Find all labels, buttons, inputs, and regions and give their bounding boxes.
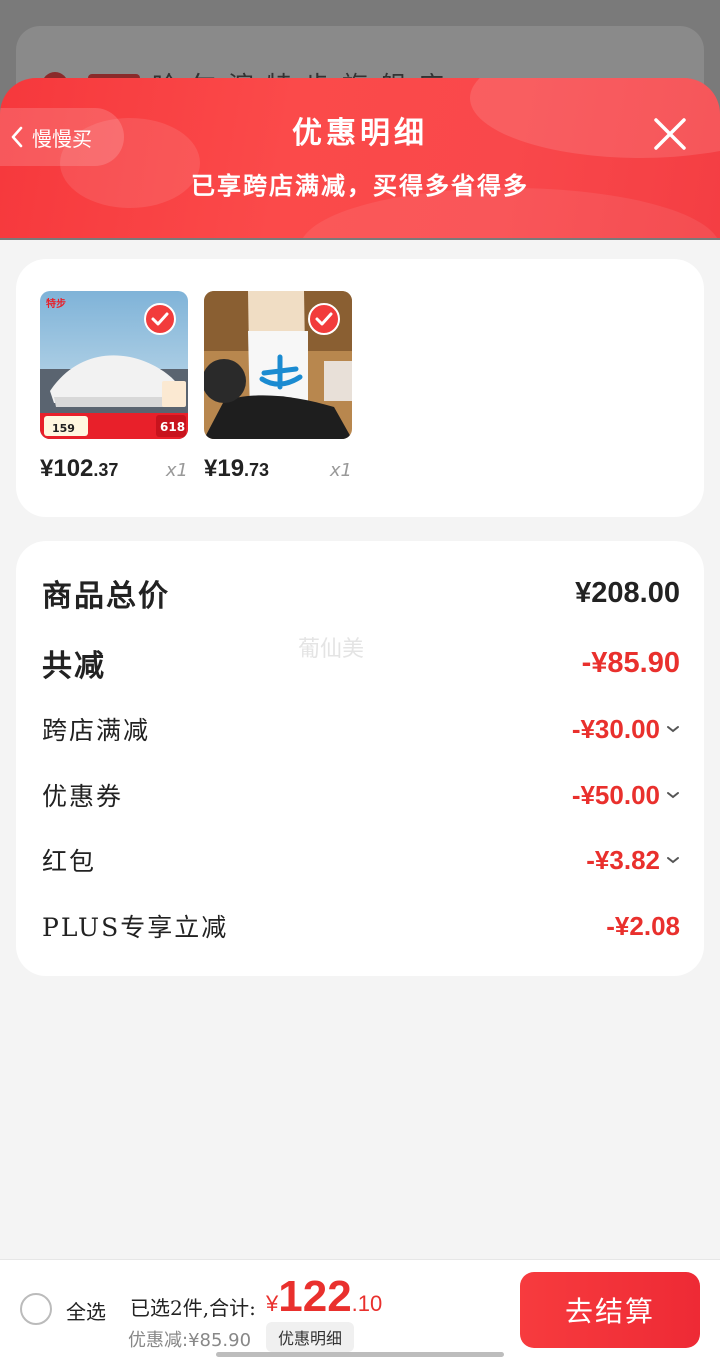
modal-title: 优惠明细 bbox=[292, 116, 428, 151]
discount-item-row[interactable]: 优惠券 -¥50.00 bbox=[42, 777, 680, 813]
checkout-bar: 全选 已选2件,合计: ¥ 122 .10 优惠减:¥85.90 优惠明细 去结… bbox=[0, 1259, 720, 1359]
discount-item-value: -¥30.00 bbox=[572, 714, 680, 745]
total-price: ¥ 122 .10 bbox=[266, 1272, 383, 1321]
discount-row: 共减 -¥85.90 bbox=[42, 641, 680, 685]
discount-item-label: PLUS专享立减 bbox=[42, 913, 229, 942]
discount-item-label: 跨店满减 bbox=[42, 716, 151, 745]
close-icon[interactable] bbox=[648, 112, 692, 156]
chevron-down-icon bbox=[667, 726, 679, 733]
product-qty: x1 bbox=[165, 460, 188, 481]
discount-item-value: -¥3.82 bbox=[586, 845, 680, 876]
summary-card: 葡仙美 商品总价 ¥208.00 共减 -¥85.90 跨店满减 -¥30.00… bbox=[16, 541, 704, 976]
total-label: 商品总价 bbox=[42, 579, 170, 614]
checkout-button[interactable]: 去结算 bbox=[520, 1272, 700, 1348]
check-icon[interactable] bbox=[308, 303, 340, 335]
brand-logo: 特步 bbox=[46, 299, 66, 310]
discount-detail-button[interactable]: 优惠明细 bbox=[266, 1322, 355, 1352]
select-all-label[interactable]: 全选 bbox=[66, 1296, 106, 1325]
discount-label: 共减 bbox=[42, 649, 106, 684]
products-card: 特步 159 618 ¥102.37 x1 ¥19.73 x1 bbox=[16, 259, 704, 517]
modal-subtitle: 已享跨店满减，买得多省得多 bbox=[191, 172, 529, 200]
product-item[interactable]: 特步 159 618 ¥102.37 x1 bbox=[40, 291, 188, 485]
product-item[interactable]: ¥19.73 x1 bbox=[204, 291, 352, 485]
product-image-shoe[interactable]: 特步 159 618 bbox=[40, 291, 188, 439]
product-qty: x1 bbox=[329, 460, 352, 481]
modal-header: 慢慢买 优惠明细 已享跨店满减，买得多省得多 bbox=[0, 78, 720, 238]
selected-count-text: 已选2件,合计: bbox=[130, 1296, 256, 1320]
total-row: 商品总价 ¥208.00 bbox=[42, 571, 680, 615]
discount-item-label: 红包 bbox=[42, 847, 97, 876]
badge-618: 618 bbox=[160, 420, 186, 434]
product-price: ¥102.37 bbox=[40, 455, 119, 482]
chevron-down-icon bbox=[667, 857, 679, 864]
chevron-down-icon bbox=[667, 792, 679, 799]
discount-item-row[interactable]: 跨店满减 -¥30.00 bbox=[42, 711, 680, 747]
discount-summary: 优惠减:¥85.90 bbox=[128, 1330, 252, 1351]
product-image-sock[interactable] bbox=[204, 291, 352, 439]
discount-item-label: 优惠券 bbox=[42, 782, 124, 811]
discount-item-row: PLUS专享立减 -¥2.08 bbox=[42, 908, 680, 944]
total-value: ¥208.00 bbox=[575, 576, 680, 609]
discount-item-value: -¥2.08 bbox=[606, 910, 680, 941]
home-indicator[interactable] bbox=[216, 1352, 504, 1357]
product-price: ¥19.73 bbox=[204, 455, 270, 482]
discount-item-value: -¥50.00 bbox=[572, 780, 680, 811]
badge-price: 159 bbox=[52, 422, 75, 435]
check-icon[interactable] bbox=[144, 303, 176, 335]
select-all-radio[interactable] bbox=[20, 1293, 52, 1325]
discount-item-row[interactable]: 红包 -¥3.82 bbox=[42, 842, 680, 878]
discount-value: -¥85.90 bbox=[581, 646, 680, 679]
